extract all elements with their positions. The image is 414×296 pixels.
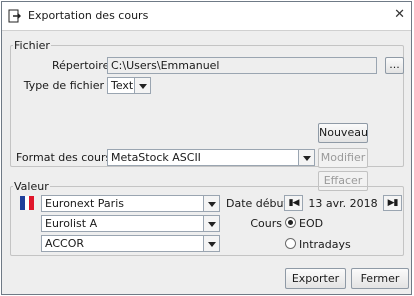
type-fichier-value: Text (111, 79, 134, 92)
market-value: Euronext Paris (45, 197, 124, 210)
window-title: Exportation des cours (28, 9, 149, 22)
stock-value: ACCOR (45, 237, 84, 250)
type-fichier-label: Type de fichier (23, 79, 104, 92)
chevron-down-icon[interactable] (203, 236, 219, 251)
last-page-icon[interactable]: ▶▮ (383, 195, 402, 211)
intraday-radio[interactable] (285, 238, 296, 249)
chevron-down-icon[interactable] (134, 78, 150, 93)
eod-label: EOD (299, 217, 324, 230)
first-page-icon[interactable]: ▮◀ (284, 195, 303, 211)
type-fichier-select[interactable]: Text (107, 77, 151, 94)
close-window-button[interactable]: ✕ (394, 7, 405, 22)
valeur-legend: Valeur (14, 180, 49, 193)
cours-label: Cours (250, 217, 282, 230)
title-bar: Exportation des cours ✕ (2, 2, 411, 31)
repertoire-label: Répertoire (52, 59, 110, 72)
stock-select[interactable]: ACCOR (41, 235, 220, 252)
chevron-down-icon[interactable] (298, 150, 314, 165)
chevron-down-icon[interactable] (203, 216, 219, 231)
list-select[interactable]: Eurolist A (41, 215, 220, 232)
intraday-label: Intradays (299, 238, 351, 251)
list-value: Eurolist A (45, 217, 98, 230)
format-cours-label: Format des cours (16, 151, 112, 164)
browse-button[interactable]: ... (385, 57, 404, 74)
market-select[interactable]: Euronext Paris (41, 195, 220, 212)
repertoire-field[interactable]: C:\Users\Emmanuel (107, 57, 377, 74)
eod-radio[interactable] (285, 217, 296, 228)
modifier-button[interactable]: Modifier (318, 148, 368, 168)
date-debut-value: 13 avr. 2018 (308, 197, 378, 210)
nouveau-button[interactable]: Nouveau (318, 123, 368, 143)
exporter-button[interactable]: Exporter (285, 268, 346, 289)
fichier-legend: Fichier (14, 39, 50, 52)
export-doc-icon (8, 9, 22, 26)
format-cours-select[interactable]: MetaStock ASCII (107, 149, 315, 166)
fermer-button[interactable]: Fermer (351, 268, 409, 289)
format-cours-value: MetaStock ASCII (111, 151, 201, 164)
export-dialog: Exportation des cours ✕ Fichier Répertoi… (1, 1, 412, 295)
flag-france-icon (20, 196, 35, 210)
date-debut-label: Date début (226, 197, 288, 210)
chevron-down-icon[interactable] (203, 196, 219, 211)
